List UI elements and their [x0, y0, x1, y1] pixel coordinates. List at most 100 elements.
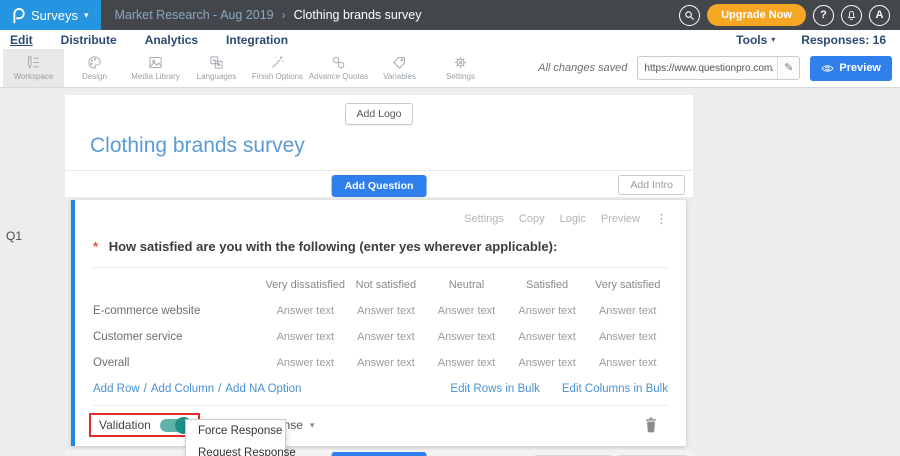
toolbar-item-label: Variables — [383, 72, 416, 81]
survey-title[interactable]: Clothing brands survey — [65, 125, 693, 170]
matrix-answer-cell[interactable]: Answer text — [587, 331, 668, 343]
nav-tabs-row: Edit Distribute Analytics Integration To… — [0, 30, 900, 49]
toolbar-item-variables[interactable]: Variables — [369, 49, 430, 87]
force-response-dropdown: Force Response Request Response — [185, 419, 286, 456]
add-logo-button[interactable]: Add Logo — [345, 103, 414, 125]
quota-icon — [331, 55, 346, 70]
matrix-answer-cell[interactable]: Answer text — [265, 305, 346, 317]
toolbar-item-languages[interactable]: Languages — [186, 49, 247, 87]
question-text[interactable]: How satisfied are you with the following… — [109, 239, 558, 254]
matrix-column-header[interactable]: Neutral — [426, 279, 507, 291]
tab-analytics[interactable]: Analytics — [145, 33, 198, 47]
matrix-answer-cell[interactable]: Answer text — [346, 331, 427, 343]
tools-menu[interactable]: Tools ▾ — [736, 33, 775, 47]
matrix-row: Customer service Answer text Answer text… — [93, 324, 668, 350]
matrix-column-header[interactable]: Very dissatisfied — [265, 279, 346, 291]
kebab-menu-icon[interactable]: ⋮ — [655, 211, 668, 227]
matrix-row-label[interactable]: Customer service — [93, 331, 265, 343]
image-icon — [148, 55, 163, 70]
question-menu: Settings Copy Logic Preview ⋮ — [75, 200, 686, 227]
toolbar-item-workspace[interactable]: Workspace — [3, 49, 64, 87]
help-button[interactable]: ? — [813, 5, 834, 26]
add-question-band: Add Question Page Break Separator — [65, 450, 693, 456]
matrix-answer-cell[interactable]: Answer text — [507, 357, 588, 369]
question-card: Settings Copy Logic Preview ⋮ * How sati… — [71, 200, 686, 446]
question-logic-link[interactable]: Logic — [560, 213, 586, 225]
matrix-column-header[interactable]: Not satisfied — [346, 279, 427, 291]
tab-edit[interactable]: Edit — [10, 33, 33, 47]
matrix-answer-cell[interactable]: Answer text — [265, 331, 346, 343]
workspace-icon — [26, 55, 41, 70]
matrix-answer-cell[interactable]: Answer text — [426, 357, 507, 369]
translate-icon — [209, 55, 224, 70]
matrix-answer-cell[interactable]: Answer text — [426, 331, 507, 343]
question-preview-link[interactable]: Preview — [601, 213, 640, 225]
questionpro-survey-editor: Surveys ▾ Market Research - Aug 2019 › C… — [0, 0, 900, 456]
matrix-answer-cell[interactable]: Answer text — [426, 305, 507, 317]
edit-columns-in-bulk-link[interactable]: Edit Columns in Bulk — [562, 383, 668, 395]
matrix-answer-cell[interactable]: Answer text — [346, 357, 427, 369]
preview-button[interactable]: Preview — [810, 56, 892, 81]
toolbar-item-label: Advance Quotas — [309, 72, 368, 81]
dropdown-option-force-response[interactable]: Force Response — [186, 420, 285, 442]
validation-highlight-annotation: Validation — [89, 413, 200, 437]
question-text-row: * How satisfied are you with the followi… — [75, 227, 686, 267]
tab-distribute[interactable]: Distribute — [61, 33, 117, 47]
tab-integration[interactable]: Integration — [226, 33, 288, 47]
add-column-link[interactable]: Add Column — [151, 383, 214, 395]
eye-icon — [821, 62, 834, 75]
survey-url-box[interactable]: ✎ — [637, 56, 800, 80]
bulk-links: Edit Rows in Bulk Edit Columns in Bulk — [450, 383, 668, 395]
matrix-column-header[interactable]: Satisfied — [507, 279, 588, 291]
notifications-button[interactable] — [841, 5, 862, 26]
toolbar-item-settings[interactable]: Settings — [430, 49, 491, 87]
breadcrumb-parent[interactable]: Market Research - Aug 2019 — [115, 8, 274, 22]
matrix-answer-cell[interactable]: Answer text — [346, 305, 427, 317]
upgrade-now-button[interactable]: Upgrade Now — [707, 4, 806, 26]
matrix-answer-cell[interactable]: Answer text — [507, 305, 588, 317]
question-settings-link[interactable]: Settings — [464, 213, 504, 225]
chevron-down-icon: ▾ — [84, 11, 89, 20]
toolbar-item-label: Media Library — [131, 72, 179, 81]
validation-row: Validation Force Response ▾ — [75, 406, 686, 446]
validation-label: Validation — [99, 418, 151, 432]
avatar[interactable]: A — [869, 5, 890, 26]
toolbar-item-advance-quotas[interactable]: Advance Quotas — [308, 49, 369, 87]
responses-link[interactable]: Responses: 16 — [801, 33, 886, 47]
toolbar-item-finish-options[interactable]: Finish Options — [247, 49, 308, 87]
bell-icon — [846, 10, 857, 21]
wand-icon — [270, 55, 285, 70]
add-row-link[interactable]: Add Row — [93, 383, 140, 395]
dropdown-option-request-response[interactable]: Request Response — [186, 442, 285, 456]
matrix-row: Overall Answer text Answer text Answer t… — [93, 350, 668, 376]
toolbar-item-media-library[interactable]: Media Library — [125, 49, 186, 87]
matrix-answer-cell[interactable]: Answer text — [265, 357, 346, 369]
toolbar-item-label: Languages — [197, 72, 237, 81]
toolbar-item-design[interactable]: Design — [64, 49, 125, 87]
add-na-option-link[interactable]: Add NA Option — [225, 383, 301, 395]
question-copy-link[interactable]: Copy — [519, 213, 545, 225]
preview-label: Preview — [839, 62, 881, 74]
matrix-row-label[interactable]: Overall — [93, 357, 265, 369]
survey-header-card: Add Logo Clothing brands survey Add Ques… — [65, 95, 693, 197]
toolbar-right: All changes saved ✎ Preview — [538, 49, 900, 87]
survey-url-input[interactable] — [638, 63, 777, 74]
matrix-column-header[interactable]: Very satisfied — [587, 279, 668, 291]
matrix-answer-cell[interactable]: Answer text — [587, 305, 668, 317]
edit-rows-in-bulk-link[interactable]: Edit Rows in Bulk — [450, 383, 539, 395]
search-button[interactable] — [679, 5, 700, 26]
breadcrumb-current: Clothing brands survey — [294, 8, 422, 22]
breadcrumb-separator: › — [282, 8, 286, 22]
trash-icon[interactable] — [644, 417, 658, 433]
matrix-answer-cell[interactable]: Answer text — [587, 357, 668, 369]
add-question-button-bottom[interactable]: Add Question — [332, 452, 427, 456]
matrix-answer-cell[interactable]: Answer text — [507, 331, 588, 343]
edit-url-icon[interactable]: ✎ — [777, 57, 799, 79]
chevron-down-icon: ▾ — [310, 420, 315, 431]
brand-menu[interactable]: Surveys ▾ — [0, 0, 101, 30]
matrix-row-label[interactable]: E-commerce website — [93, 305, 265, 317]
add-question-button-top[interactable]: Add Question — [332, 175, 427, 197]
add-intro-button[interactable]: Add Intro — [618, 175, 685, 195]
tools-label: Tools — [736, 33, 767, 47]
matrix-table: Very dissatisfied Not satisfied Neutral … — [75, 268, 686, 376]
